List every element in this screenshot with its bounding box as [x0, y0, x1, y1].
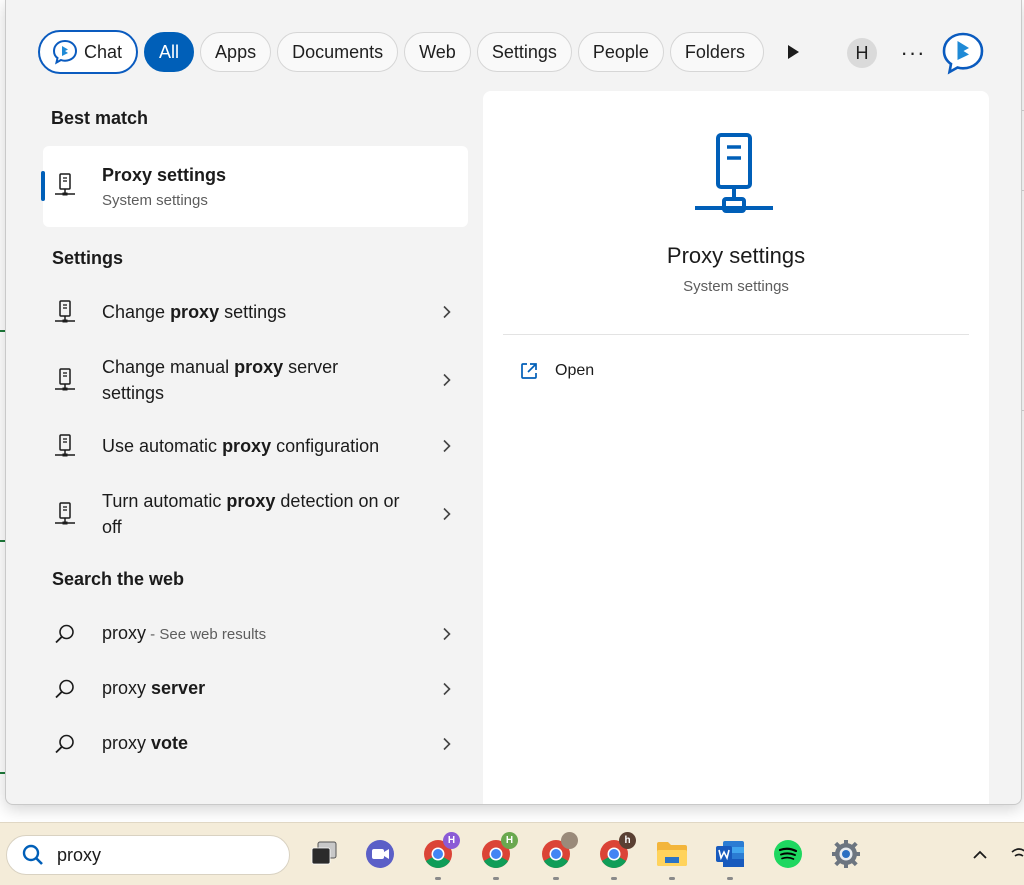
taskbar-search-box[interactable]: proxy [6, 835, 290, 875]
open-button[interactable]: Open [519, 361, 594, 381]
filter-people[interactable]: People [577, 32, 664, 72]
chat-label: Chat [84, 41, 123, 62]
proxy-icon [52, 367, 78, 393]
filter-settings[interactable]: Settings [476, 32, 572, 72]
chrome-profile-photo-badge [561, 832, 578, 849]
chrome-profile-badge: H [501, 832, 518, 849]
open-label: Open [555, 362, 595, 379]
web-result-proxy-vote[interactable]: proxy vote [52, 730, 452, 758]
settings-item-auto-detection[interactable]: Turn automatic proxy detection on or off [52, 488, 452, 540]
settings-item-label: Change manual proxy server settings [102, 357, 339, 403]
bing-chat-icon [52, 39, 78, 65]
teams-chat-icon[interactable] [362, 836, 398, 872]
chevron-right-icon [443, 439, 451, 453]
web-result-proxy[interactable]: proxy - See web results [52, 620, 452, 648]
search-icon [52, 621, 78, 647]
web-result-proxy-server[interactable]: proxy server [52, 675, 452, 703]
running-indicator [669, 877, 675, 880]
search-icon [52, 676, 78, 702]
chevron-right-icon [443, 507, 451, 521]
proxy-icon [52, 299, 78, 325]
show-hidden-icons-chevron-up-icon[interactable] [970, 845, 990, 865]
chevron-right-icon [443, 737, 451, 751]
filter-bar: Chat All Apps Documents Web Settings Peo… [38, 30, 806, 74]
search-web-heading: Search the web [52, 569, 185, 589]
web-result-label: proxy server [102, 678, 206, 698]
bing-icon[interactable] [940, 30, 986, 76]
taskbar-search-value: proxy [57, 844, 102, 865]
chrome-icon[interactable] [538, 832, 578, 880]
spotify-icon[interactable] [770, 836, 806, 872]
detail-divider [503, 334, 969, 335]
web-result-label: proxy - See web results [102, 623, 267, 643]
scroll-filters-right-icon[interactable] [780, 32, 806, 72]
chrome-icon[interactable]: h [596, 832, 636, 880]
settings-item-change-proxy[interactable]: Change proxy settings [52, 299, 452, 325]
best-match-title: Proxy settings [102, 165, 227, 185]
wifi-icon[interactable] [1010, 843, 1024, 865]
task-view-icon[interactable] [306, 836, 342, 872]
chevron-right-icon [443, 305, 451, 319]
proxy-icon [52, 501, 78, 527]
chrome-profile-badge: H [443, 832, 460, 849]
filter-apps[interactable]: Apps [200, 32, 272, 72]
chrome-profile-badge: h [619, 832, 636, 849]
selection-indicator [41, 171, 45, 201]
best-match-item[interactable]: Proxy settings System settings [52, 162, 452, 214]
proxy-large-icon [695, 133, 773, 213]
chrome-icon[interactable]: H [420, 832, 460, 880]
settings-item-label: Turn automatic proxy detection on or off [102, 491, 400, 537]
detail-subtitle: System settings [683, 278, 789, 295]
chevron-right-icon [443, 373, 451, 387]
search-icon [22, 844, 43, 865]
filter-web[interactable]: Web [404, 32, 471, 72]
taskbar: proxy H H h [0, 822, 1024, 885]
detail-pane: Proxy settings System settings Open [483, 91, 989, 804]
settings-item-manual-proxy[interactable]: Change manual proxy server settings [52, 354, 452, 406]
file-explorer-icon[interactable] [654, 836, 690, 880]
profile-avatar[interactable]: H [847, 38, 877, 68]
settings-gear-icon[interactable] [828, 836, 864, 872]
more-options-button[interactable]: ··· [898, 38, 928, 68]
running-indicator [727, 877, 733, 880]
word-icon[interactable] [712, 836, 748, 880]
filter-folders[interactable]: Folders [669, 32, 764, 72]
proxy-icon [52, 172, 78, 198]
web-result-label: proxy vote [102, 733, 189, 753]
running-indicator [493, 877, 499, 880]
search-icon [52, 731, 78, 757]
chrome-icon[interactable]: H [478, 832, 518, 880]
search-panel: Chat All Apps Documents Web Settings Peo… [5, 0, 1022, 805]
settings-item-auto-config[interactable]: Use automatic proxy configuration [52, 433, 452, 459]
settings-heading: Settings [52, 248, 124, 268]
running-indicator [435, 877, 441, 880]
proxy-icon [52, 433, 78, 459]
running-indicator [611, 877, 617, 880]
chat-button[interactable]: Chat [38, 30, 139, 74]
running-indicator [553, 877, 559, 880]
filter-all[interactable]: All [144, 32, 195, 72]
chevron-right-icon [443, 682, 451, 696]
settings-item-label: Change proxy settings [102, 302, 287, 322]
open-external-icon [521, 363, 537, 379]
settings-item-label: Use automatic proxy configuration [102, 436, 380, 456]
best-match-subtitle: System settings [102, 192, 208, 209]
filter-documents[interactable]: Documents [277, 32, 399, 72]
best-match-heading: Best match [51, 108, 149, 128]
detail-title: Proxy settings [666, 243, 806, 268]
chevron-right-icon [443, 627, 451, 641]
